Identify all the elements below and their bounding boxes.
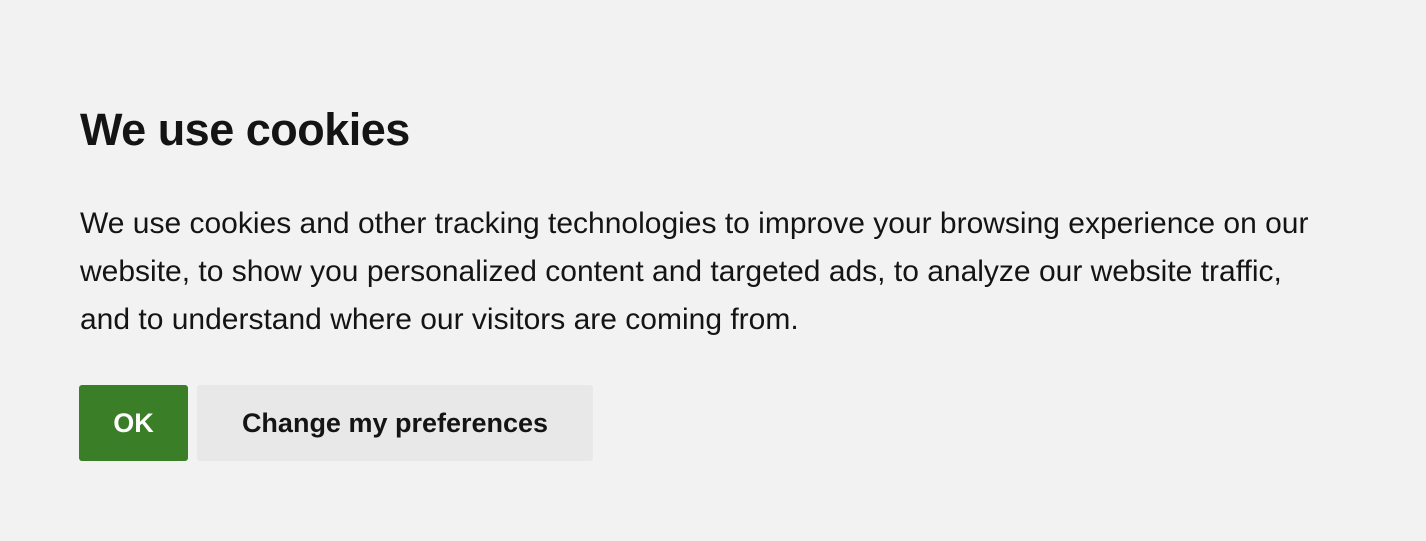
banner-actions: OK Change my preferences [79, 385, 593, 461]
change-preferences-button[interactable]: Change my preferences [197, 385, 593, 461]
cookie-banner: We use cookies We use cookies and other … [0, 0, 1426, 541]
banner-title: We use cookies [80, 104, 410, 155]
ok-button[interactable]: OK [79, 385, 188, 461]
banner-description: We use cookies and other tracking techno… [80, 207, 1309, 336]
